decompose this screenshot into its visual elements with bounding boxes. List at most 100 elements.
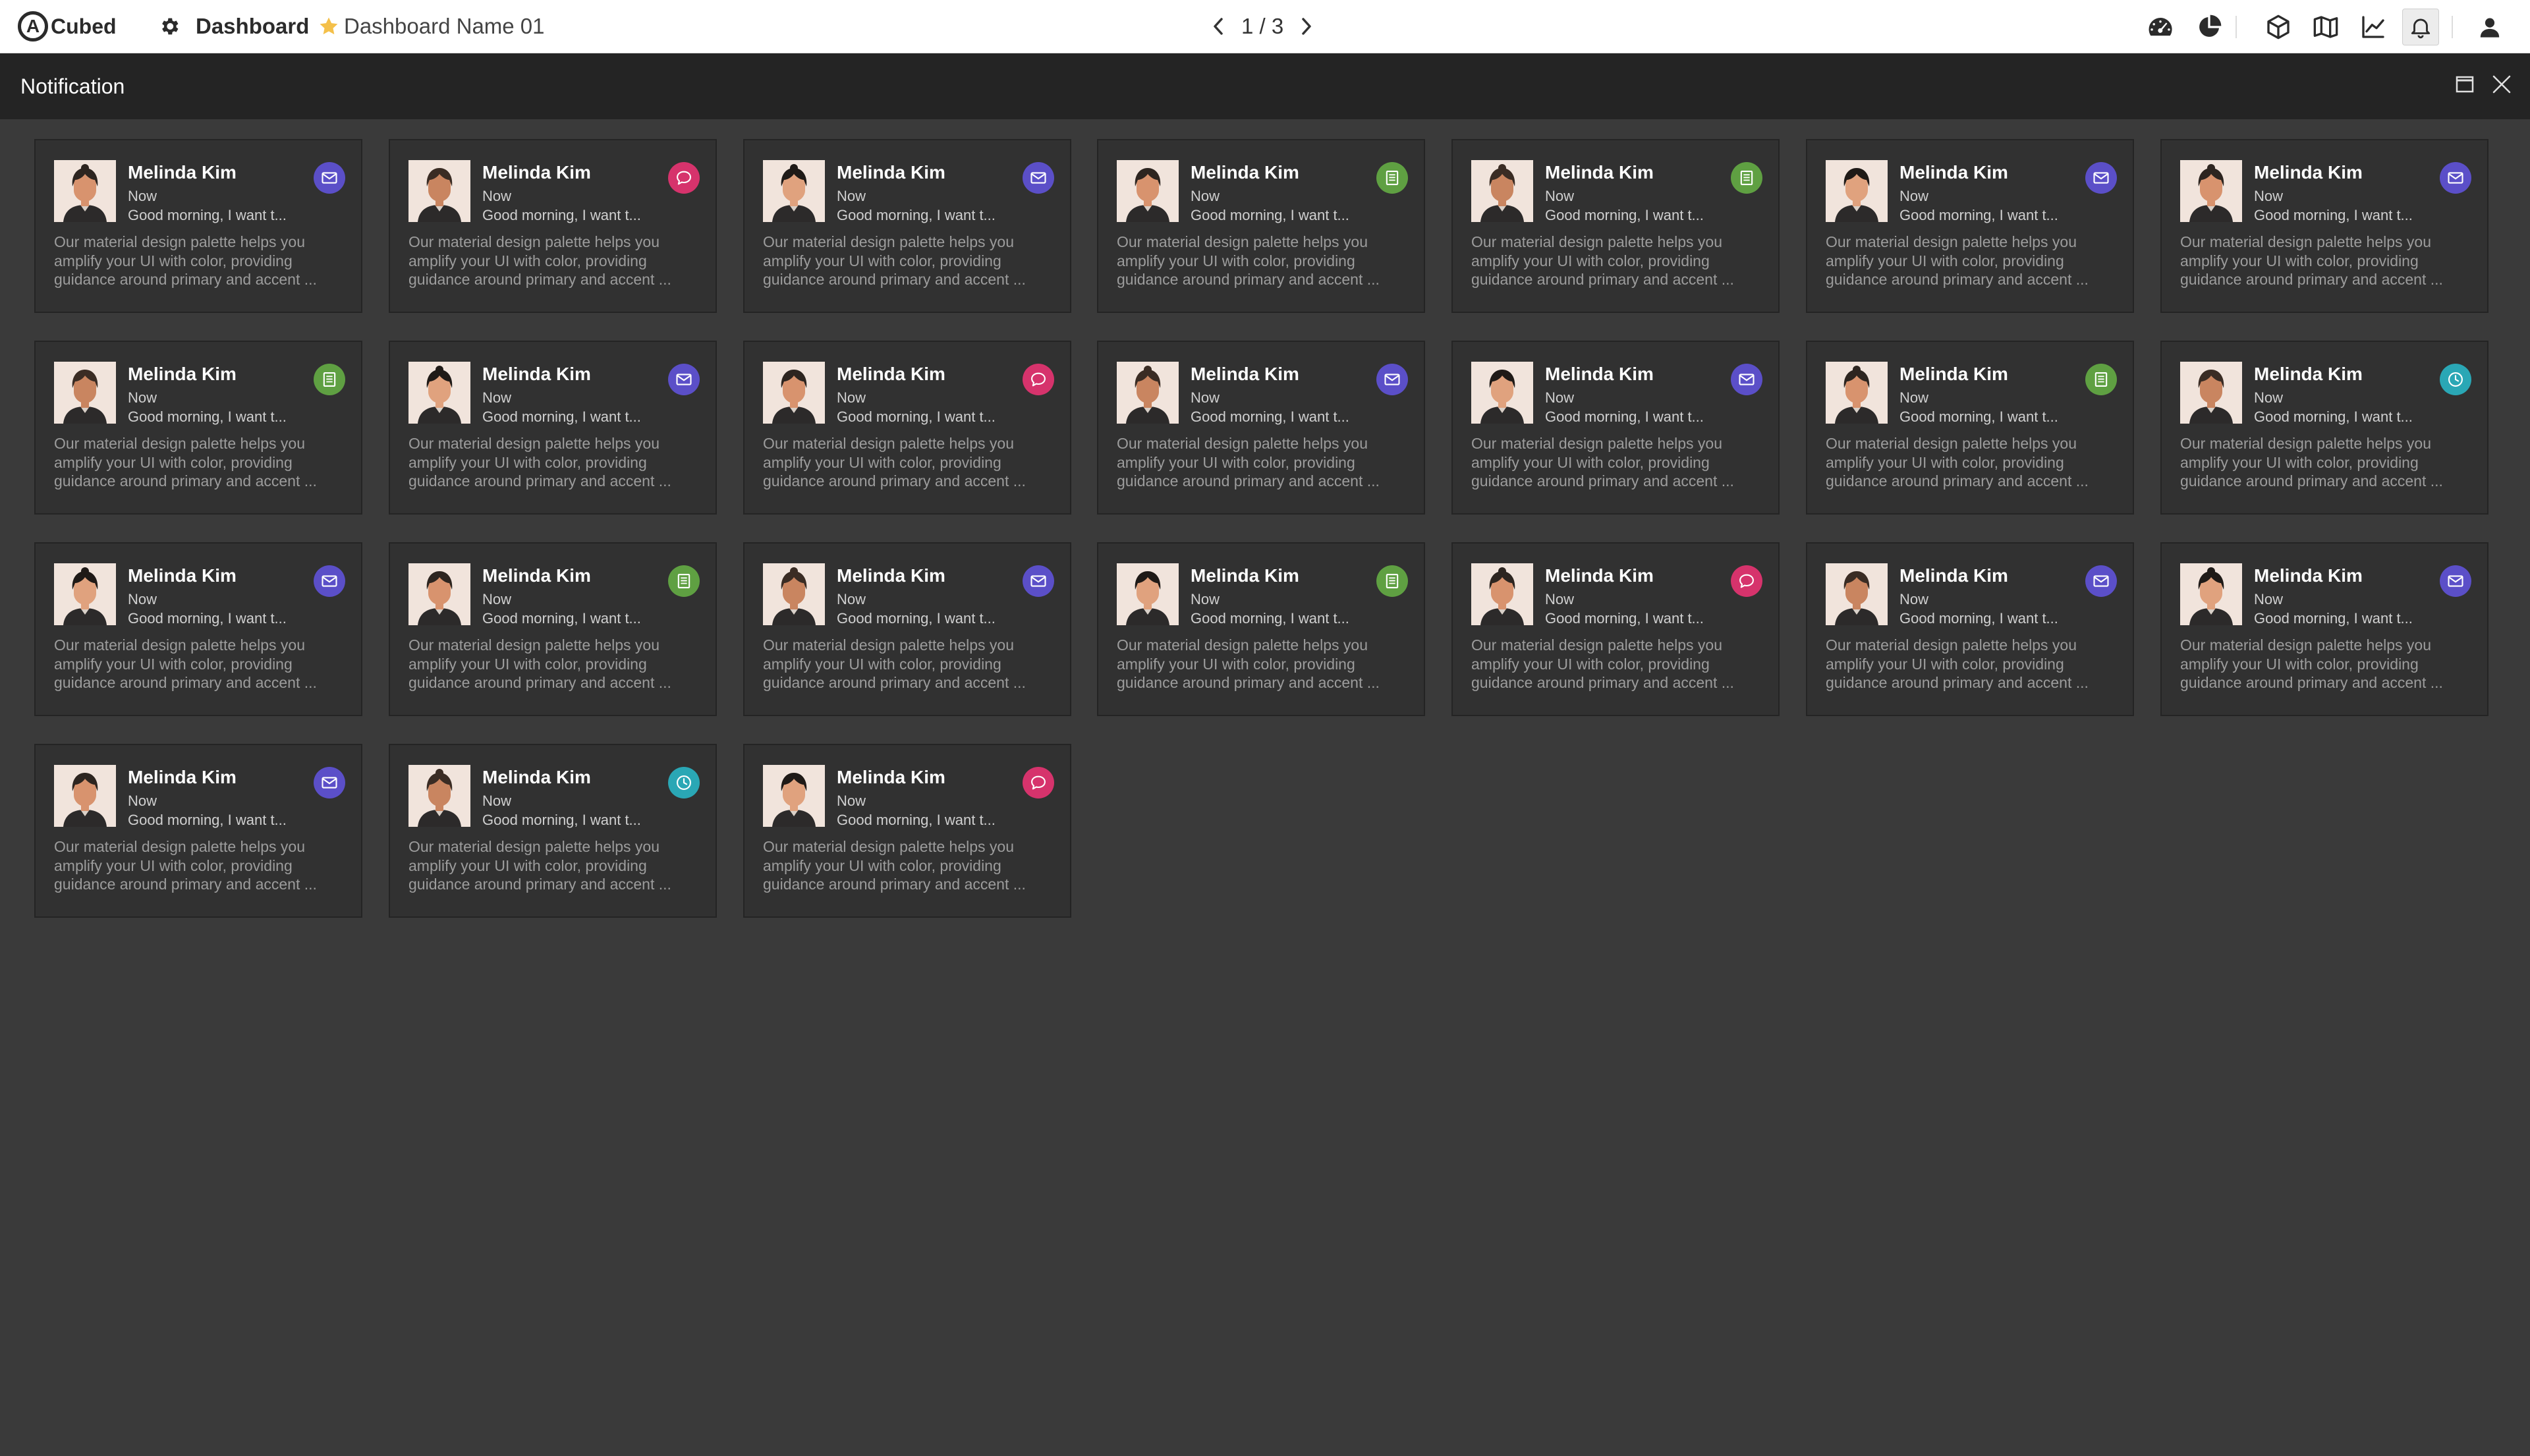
pie-chart-icon[interactable] bbox=[2195, 13, 2223, 41]
message-preview: Good morning, I want t... bbox=[128, 610, 287, 627]
note-icon bbox=[1731, 162, 1762, 194]
message-preview: Good morning, I want t... bbox=[482, 610, 641, 627]
notification-body: Our material design palette helps you am… bbox=[408, 838, 671, 893]
chat-icon bbox=[1731, 565, 1762, 597]
mail-icon bbox=[314, 162, 345, 194]
line-chart-icon[interactable] bbox=[2359, 13, 2387, 41]
notification-card[interactable]: Melinda Kim Now Good morning, I want t... O… bbox=[1451, 341, 1780, 515]
notification-card[interactable]: Melinda Kim Now Good morning, I want t... O… bbox=[1451, 542, 1780, 716]
chevron-right-icon[interactable] bbox=[1295, 15, 1318, 38]
user-icon[interactable] bbox=[2476, 13, 2504, 41]
notification-body: Our material design palette helps you am… bbox=[2180, 233, 2443, 288]
notification-card[interactable]: Melinda Kim Now Good morning, I want t... O… bbox=[2160, 542, 2488, 716]
notification-card[interactable]: Melinda Kim Now Good morning, I want t... O… bbox=[1097, 139, 1425, 313]
message-preview: Good morning, I want t... bbox=[1191, 408, 1349, 425]
notification-card[interactable]: Melinda Kim Now Good morning, I want t... O… bbox=[1806, 139, 2134, 313]
message-preview: Good morning, I want t... bbox=[1545, 207, 1704, 223]
star-icon[interactable] bbox=[318, 15, 340, 38]
message-preview: Good morning, I want t... bbox=[837, 812, 996, 828]
mail-icon bbox=[314, 767, 345, 798]
notification-card[interactable]: Melinda Kim Now Good morning, I want t... O… bbox=[34, 341, 362, 515]
avatar bbox=[408, 765, 470, 827]
notification-time: Now bbox=[837, 793, 866, 809]
notification-card[interactable]: Melinda Kim Now Good morning, I want t... O… bbox=[34, 542, 362, 716]
map-icon[interactable] bbox=[2312, 13, 2340, 41]
app-logo[interactable]: A Cubed bbox=[18, 11, 117, 42]
mail-icon bbox=[314, 565, 345, 597]
avatar bbox=[1826, 563, 1888, 625]
chat-icon bbox=[1023, 767, 1054, 798]
notification-body: Our material design palette helps you am… bbox=[1117, 636, 1380, 691]
message-preview: Good morning, I want t... bbox=[128, 812, 287, 828]
notification-card[interactable]: Melinda Kim Now Good morning, I want t... O… bbox=[34, 139, 362, 313]
avatar bbox=[54, 362, 116, 424]
mail-icon bbox=[1023, 162, 1054, 194]
notification-body: Our material design palette helps you am… bbox=[54, 838, 317, 893]
notification-card[interactable]: Melinda Kim Now Good morning, I want t... O… bbox=[1806, 542, 2134, 716]
notification-time: Now bbox=[2254, 188, 2284, 204]
dashboard-name[interactable]: Dashboard Name 01 bbox=[344, 12, 545, 41]
notification-time: Now bbox=[128, 389, 157, 406]
chat-icon bbox=[1023, 364, 1054, 395]
notification-body: Our material design palette helps you am… bbox=[1826, 435, 2089, 490]
notification-card[interactable]: Melinda Kim Now Good morning, I want t... O… bbox=[743, 341, 1071, 515]
notification-body: Our material design palette helps you am… bbox=[1471, 435, 1734, 490]
notification-card[interactable]: Melinda Kim Now Good morning, I want t... O… bbox=[743, 139, 1071, 313]
notification-card[interactable]: Melinda Kim Now Good morning, I want t... O… bbox=[389, 542, 717, 716]
avatar bbox=[2180, 160, 2242, 222]
notification-time: Now bbox=[1545, 188, 1575, 204]
notification-card[interactable]: Melinda Kim Now Good morning, I want t... O… bbox=[743, 744, 1071, 918]
notification-card[interactable]: Melinda Kim Now Good morning, I want t... O… bbox=[389, 341, 717, 515]
notification-card[interactable]: Melinda Kim Now Good morning, I want t... O… bbox=[2160, 139, 2488, 313]
notification-time: Now bbox=[482, 188, 512, 204]
cube-icon[interactable] bbox=[2264, 13, 2292, 41]
message-preview: Good morning, I want t... bbox=[1899, 207, 2058, 223]
message-preview: Good morning, I want t... bbox=[1191, 610, 1349, 627]
sender-name: Melinda Kim bbox=[482, 364, 591, 384]
notification-card[interactable]: Melinda Kim Now Good morning, I want t... O… bbox=[2160, 341, 2488, 515]
notification-card[interactable]: Melinda Kim Now Good morning, I want t... O… bbox=[34, 744, 362, 918]
notification-body: Our material design palette helps you am… bbox=[408, 435, 671, 490]
bell-icon[interactable] bbox=[2402, 9, 2439, 45]
avatar bbox=[408, 563, 470, 625]
gear-icon[interactable] bbox=[158, 15, 181, 38]
dashboard-gauge-icon[interactable] bbox=[2147, 13, 2174, 41]
notification-time: Now bbox=[837, 591, 866, 607]
notification-time: Now bbox=[128, 188, 157, 204]
avatar bbox=[1117, 563, 1179, 625]
message-preview: Good morning, I want t... bbox=[1191, 207, 1349, 223]
sender-name: Melinda Kim bbox=[128, 162, 237, 182]
notification-card[interactable]: Melinda Kim Now Good morning, I want t... O… bbox=[1451, 139, 1780, 313]
clock-icon bbox=[668, 767, 700, 798]
sender-name: Melinda Kim bbox=[1545, 364, 1654, 384]
toolbar-divider bbox=[2452, 16, 2453, 38]
note-icon bbox=[668, 565, 700, 597]
sender-name: Melinda Kim bbox=[837, 162, 945, 182]
notification-card[interactable]: Melinda Kim Now Good morning, I want t... O… bbox=[389, 139, 717, 313]
notification-card[interactable]: Melinda Kim Now Good morning, I want t... O… bbox=[743, 542, 1071, 716]
dashboard-link[interactable]: Dashboard bbox=[196, 12, 309, 41]
sender-name: Melinda Kim bbox=[482, 767, 591, 787]
notification-time: Now bbox=[1899, 591, 1929, 607]
notification-card[interactable]: Melinda Kim Now Good morning, I want t... O… bbox=[1097, 341, 1425, 515]
sender-name: Melinda Kim bbox=[128, 565, 237, 586]
notification-card[interactable]: Melinda Kim Now Good morning, I want t... O… bbox=[1806, 341, 2134, 515]
maximize-icon[interactable] bbox=[2455, 74, 2475, 94]
notification-body: Our material design palette helps you am… bbox=[763, 636, 1026, 691]
notification-time: Now bbox=[837, 188, 866, 204]
notification-card[interactable]: Melinda Kim Now Good morning, I want t... O… bbox=[389, 744, 717, 918]
notification-body: Our material design palette helps you am… bbox=[54, 233, 317, 288]
sender-name: Melinda Kim bbox=[1899, 162, 2008, 182]
close-icon[interactable] bbox=[2490, 73, 2513, 96]
notification-body: Our material design palette helps you am… bbox=[408, 636, 671, 691]
app-name: Cubed bbox=[51, 14, 117, 38]
notification-card[interactable]: Melinda Kim Now Good morning, I want t... O… bbox=[1097, 542, 1425, 716]
sender-name: Melinda Kim bbox=[2254, 364, 2363, 384]
sender-name: Melinda Kim bbox=[837, 767, 945, 787]
message-preview: Good morning, I want t... bbox=[482, 812, 641, 828]
chevron-left-icon[interactable] bbox=[1207, 15, 1229, 38]
notification-body: Our material design palette helps you am… bbox=[1471, 636, 1734, 691]
mail-icon bbox=[2440, 565, 2471, 597]
message-preview: Good morning, I want t... bbox=[482, 408, 641, 425]
logo-mark-icon: A bbox=[18, 11, 48, 42]
